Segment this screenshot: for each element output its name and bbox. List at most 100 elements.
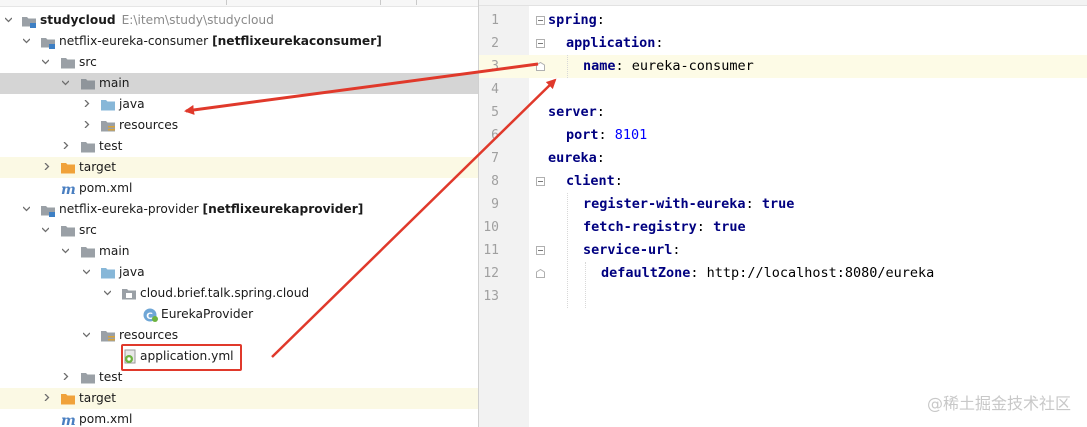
code-line[interactable]: register-with-eureka: true — [583, 193, 794, 216]
line-number: 13 — [483, 289, 499, 304]
tree-row-consumer-resources[interactable]: resources — [0, 115, 478, 136]
chevron-right-icon[interactable] — [83, 121, 90, 128]
tree-row-consumer-src[interactable]: src — [0, 52, 478, 73]
chevron-down-icon[interactable] — [62, 79, 69, 86]
tree-label: src — [79, 223, 97, 237]
tree-row-provider-src[interactable]: src — [0, 220, 478, 241]
tree-row-eureka-provider-class[interactable]: C EurekaProvider — [0, 304, 478, 325]
chevron-right-icon[interactable] — [43, 394, 50, 401]
tree-label: pom.xml — [79, 181, 133, 195]
code-line[interactable]: port: 8101 — [566, 124, 647, 147]
chevron-down-icon[interactable] — [104, 289, 111, 296]
code-line[interactable]: application: — [566, 32, 664, 55]
tree-label: main — [99, 244, 130, 258]
code-line[interactable]: defaultZone: http://localhost:8080/eurek… — [601, 262, 934, 285]
module-folder-icon — [40, 34, 56, 50]
fold-end-marker-icon[interactable] — [536, 269, 545, 278]
tree-row-consumer-target[interactable]: target — [0, 157, 478, 178]
tree-label-consumer: netflix-eureka-consumer [netflixeurekaco… — [59, 34, 382, 48]
code-line[interactable]: spring: — [548, 9, 605, 32]
svg-text:m: m — [61, 182, 76, 197]
fold-marker-icon[interactable] — [536, 16, 545, 25]
source-folder-icon — [100, 97, 116, 113]
svg-text:C: C — [146, 312, 153, 322]
chevron-right-icon[interactable] — [62, 373, 69, 380]
tree-toolbar-strip — [0, 0, 478, 7]
tree-row-consumer-main[interactable]: main — [0, 73, 478, 94]
tree-row-provider-main[interactable]: main — [0, 241, 478, 262]
line-number: 5 — [491, 105, 499, 120]
code-line[interactable]: server: — [548, 101, 605, 124]
tree-row-consumer-test[interactable]: test — [0, 136, 478, 157]
tree-row-provider-java[interactable]: java — [0, 262, 478, 283]
fold-marker-icon[interactable] — [536, 39, 545, 48]
fold-end-marker-icon[interactable] — [536, 62, 545, 71]
tree-label: resources — [119, 118, 179, 132]
tree-label: target — [79, 391, 117, 405]
tree-row-provider-target[interactable]: target — [0, 388, 478, 409]
code-line[interactable]: service-url: — [583, 239, 681, 262]
chevron-right-icon[interactable] — [62, 142, 69, 149]
folder-icon — [60, 55, 76, 71]
code-line[interactable]: name: eureka-consumer — [583, 55, 754, 78]
line-number: 1 — [491, 13, 499, 28]
line-number: 4 — [491, 82, 499, 97]
chevron-down-icon[interactable] — [62, 247, 69, 254]
tree-row-consumer-pom[interactable]: m pom.xml — [0, 178, 478, 199]
tree-label: test — [99, 139, 123, 153]
module-folder-icon — [21, 13, 37, 29]
resources-folder-icon — [100, 118, 116, 134]
line-number: 10 — [483, 220, 499, 235]
chevron-down-icon[interactable] — [23, 37, 30, 44]
tree-label: main — [99, 76, 130, 90]
line-number: 7 — [491, 151, 499, 166]
code-line[interactable]: fetch-registry: true — [583, 216, 746, 239]
tree-label: java — [119, 265, 145, 279]
tree-label: target — [79, 160, 117, 174]
fold-marker-icon[interactable] — [536, 246, 545, 255]
annotation-highlight-box — [121, 344, 242, 371]
tree-row-consumer-java[interactable]: java — [0, 94, 478, 115]
chevron-down-icon[interactable] — [42, 226, 49, 233]
tree-row-provider-pom[interactable]: m pom.xml — [0, 409, 478, 427]
tree-row-provider-resources[interactable]: resources — [0, 325, 478, 346]
tree-row-provider-module[interactable]: netflix-eureka-provider [netflixeurekapr… — [0, 199, 478, 220]
folder-icon — [60, 223, 76, 239]
tree-row-provider-package[interactable]: cloud.brief.talk.spring.cloud — [0, 283, 478, 304]
folder-icon — [80, 76, 96, 92]
chevron-down-icon[interactable] — [5, 16, 12, 23]
tree-label: pom.xml — [79, 412, 133, 426]
maven-file-icon: m — [60, 181, 76, 197]
folder-icon — [80, 139, 96, 155]
line-number: 3 — [491, 59, 499, 74]
svg-text:m: m — [61, 413, 76, 427]
module-folder-icon — [40, 202, 56, 218]
folder-icon — [80, 370, 96, 386]
chevron-right-icon[interactable] — [83, 100, 90, 107]
folder-icon — [80, 244, 96, 260]
code-editor[interactable]: 1 2 3 4 5 6 7 8 9 10 11 12 13 spring: ap… — [478, 0, 1087, 427]
line-number: 2 — [491, 36, 499, 51]
chevron-down-icon[interactable] — [83, 268, 90, 275]
tree-label-project: studycloud E:\item\study\studycloud — [40, 13, 274, 27]
tree-label: cloud.brief.talk.spring.cloud — [140, 286, 310, 300]
tree-row-consumer-module[interactable]: netflix-eureka-consumer [netflixeurekaco… — [0, 31, 478, 52]
excluded-folder-icon — [60, 160, 76, 176]
spring-class-icon: C — [142, 307, 158, 323]
code-line[interactable]: eureka: — [548, 147, 605, 170]
chevron-down-icon[interactable] — [42, 58, 49, 65]
excluded-folder-icon — [60, 391, 76, 407]
editor-tab-strip — [479, 0, 1087, 6]
line-number: 8 — [491, 174, 499, 189]
chevron-down-icon[interactable] — [23, 205, 30, 212]
resources-folder-icon — [100, 328, 116, 344]
tree-label: EurekaProvider — [161, 307, 254, 321]
maven-file-icon: m — [60, 412, 76, 427]
tree-label: test — [99, 370, 123, 384]
line-number: 6 — [491, 128, 499, 143]
chevron-right-icon[interactable] — [43, 163, 50, 170]
fold-marker-icon[interactable] — [536, 177, 545, 186]
chevron-down-icon[interactable] — [83, 331, 90, 338]
code-line[interactable]: client: — [566, 170, 623, 193]
tree-row-project-root[interactable]: studycloud E:\item\study\studycloud — [0, 10, 478, 31]
